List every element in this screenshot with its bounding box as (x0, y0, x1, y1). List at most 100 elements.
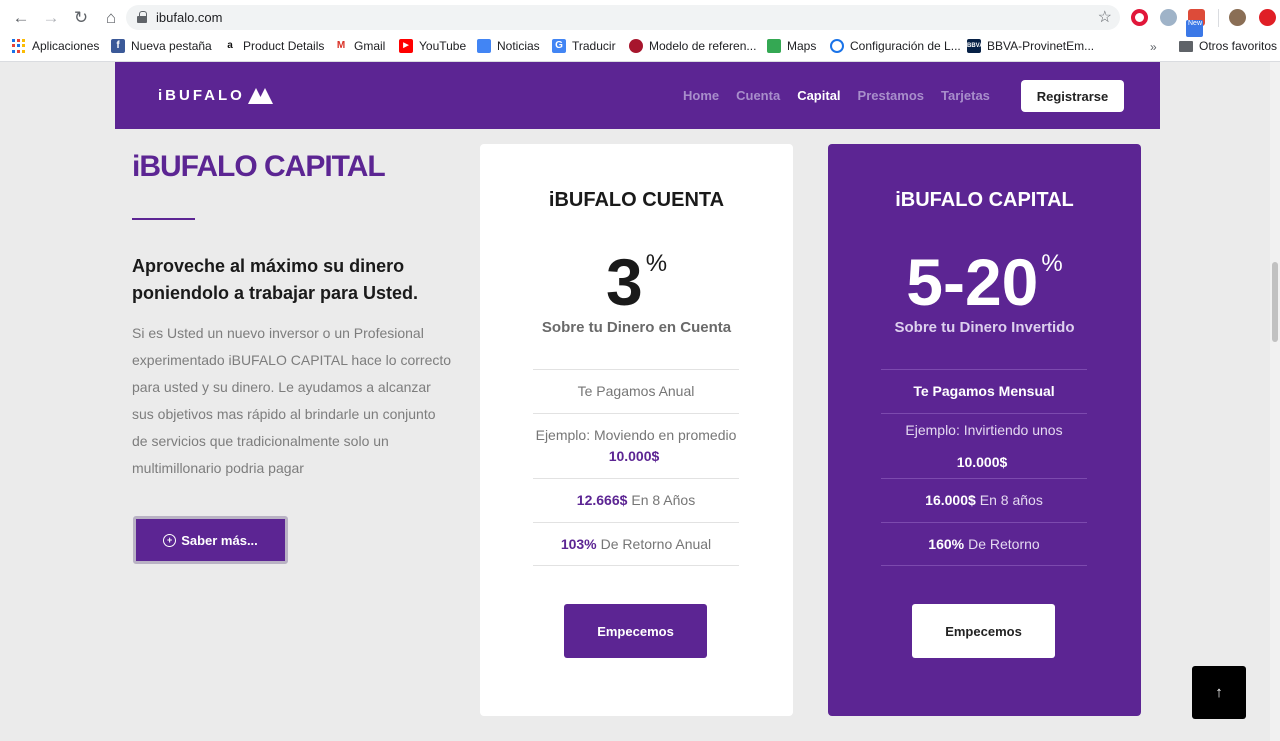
logo-text: iBUFALO (158, 87, 245, 104)
address-bar[interactable]: ibufalo.com ☆ (126, 5, 1120, 30)
bookmark-label: YouTube (419, 39, 467, 53)
bookmark-icon (629, 39, 643, 53)
amazon-icon: a (223, 39, 237, 53)
home-icon[interactable]: ⌂ (98, 6, 124, 30)
nav-home[interactable]: Home (683, 88, 719, 103)
bookmark-gmail[interactable]: M Gmail (334, 39, 385, 53)
opera-extension-icon[interactable] (1131, 9, 1148, 26)
youtube-icon: ▶ (399, 39, 413, 53)
feature-row-total: 16.000$ En 8 años (881, 478, 1087, 522)
bookmark-label: Modelo de referen... (649, 39, 757, 53)
card-subtitle: Sobre tu Dinero Invertido (894, 319, 1075, 336)
card-subtitle: Sobre tu Dinero en Cuenta (541, 319, 732, 336)
apps-icon (12, 39, 26, 53)
start-button-cuenta[interactable]: Empecemos (564, 604, 707, 658)
main-nav: Home Cuenta Capital Prestamos Tarjetas (683, 88, 990, 103)
nav-cuenta[interactable]: Cuenta (736, 88, 780, 103)
new-badge: New (1186, 20, 1203, 37)
settings-icon (830, 39, 844, 53)
bookmark-star-icon[interactable]: ☆ (1098, 7, 1112, 27)
gmail-icon: M (334, 39, 348, 53)
bookmark-traducir[interactable]: G Traducir (552, 39, 616, 53)
example-amount: 10.000$ (608, 448, 660, 464)
bookmark-nueva-pestana[interactable]: f Nueva pestaña (111, 39, 212, 53)
feature-row-example: Ejemplo: Invirtiendo unos 10.000$ (881, 413, 1087, 478)
bookmark-label: BBVA-ProvinetEm... (987, 39, 1095, 53)
page-title: iBUFALO CAPITAL (132, 150, 386, 183)
feature-row-return: 103% De Retorno Anual (533, 522, 739, 566)
register-button[interactable]: Registrarse (1021, 80, 1124, 112)
intro-subtitle: Aproveche al máximo su dinero poniendolo… (132, 256, 419, 303)
bookmark-youtube[interactable]: ▶ YouTube (399, 39, 466, 53)
bookmark-product-details[interactable]: a Product Details (223, 39, 324, 53)
bookmark-noticias[interactable]: Noticias (477, 39, 540, 53)
bookmark-label: Gmail (354, 39, 386, 53)
translate-icon: G (552, 39, 566, 53)
total-period: En 8 años (979, 492, 1043, 508)
rate-percent: % (645, 250, 668, 277)
rate-percent: % (1041, 250, 1063, 277)
return-percent: 160% (928, 535, 965, 552)
intro-body: Si es Usted un nuevo inversor o un Profe… (132, 325, 452, 476)
bookmark-label: Otros favoritos (1199, 39, 1278, 53)
rate-value: 5-20 (906, 245, 1039, 319)
news-icon (477, 39, 491, 53)
rate-value: 3 (605, 245, 643, 319)
nav-tarjetas[interactable]: Tarjetas (941, 88, 990, 103)
maps-icon (767, 39, 781, 53)
bookmark-label: Noticias (497, 39, 540, 53)
bookmark-label: Product Details (243, 39, 325, 53)
feature-row-payment: Te Pagamos Mensual (881, 369, 1087, 413)
profile-avatar[interactable] (1229, 9, 1246, 26)
bookmark-modelo[interactable]: Modelo de referen... (629, 39, 756, 53)
adblock-extension-icon[interactable] (1259, 9, 1276, 26)
mountain-logo-icon (247, 87, 274, 104)
feature-row-return: 160% De Retorno (881, 522, 1087, 566)
reload-icon[interactable]: ↻ (68, 6, 94, 30)
card-title: iBUFALO CAPITAL (895, 189, 1074, 211)
forward-icon[interactable]: → (38, 6, 64, 30)
return-text: De Retorno (968, 535, 1040, 552)
return-text: De Retorno Anual (600, 535, 712, 552)
url-text[interactable]: ibufalo.com (156, 10, 222, 25)
browser-nav: ← → ↻ ⌂ (8, 6, 124, 30)
nav-prestamos[interactable]: Prestamos (858, 88, 924, 103)
page-scrollbar[interactable] (1270, 62, 1280, 741)
card-title: iBUFALO CUENTA (548, 189, 725, 211)
arrow-up-icon: ↑ (1215, 684, 1223, 701)
bookmark-configuracion[interactable]: Configuración de L... (830, 39, 961, 53)
example-amount: 10.000$ (956, 453, 1008, 470)
card-rate: 3 % (480, 242, 793, 322)
feature-row-payment: Te Pagamos Anual (533, 369, 739, 413)
feature-row-example: Ejemplo: Moviendo en promedio 10.000$ (533, 413, 739, 478)
feather-extension-icon[interactable] (1160, 9, 1177, 26)
scrollbar-thumb[interactable] (1272, 262, 1278, 342)
plus-circle-icon: + (163, 533, 177, 547)
facebook-icon: f (111, 39, 125, 53)
title-divider (132, 218, 195, 220)
total-amount: 16.000$ (925, 492, 976, 508)
browser-chrome: ← → ↻ ⌂ ibufalo.com ☆ New Aplicaciones f… (0, 0, 1280, 62)
bbva-icon: BBVA (967, 39, 984, 53)
back-to-top-button[interactable]: ↑ (1192, 666, 1246, 719)
card-features: Te Pagamos Mensual Ejemplo: Invirtiendo … (881, 369, 1087, 566)
example-text: Ejemplo: Invirtiendo unos (905, 421, 1063, 438)
start-button-capital[interactable]: Empecemos (912, 604, 1055, 658)
example-text: Ejemplo: Moviendo en promedio (535, 427, 737, 443)
feature-text: Ejemplo: Moviendo en promedio 10.000$ (533, 425, 739, 467)
bookmark-apps[interactable]: Aplicaciones (12, 39, 99, 53)
learn-more-button[interactable]: + Saber más... (133, 516, 288, 564)
bookmark-maps[interactable]: Maps (767, 39, 816, 53)
bookmark-label: Maps (787, 39, 817, 53)
bookmark-bbva[interactable]: BBVA BBVA-ProvinetEm... (967, 39, 1094, 53)
toolbar-divider (1218, 9, 1219, 27)
nav-capital[interactable]: Capital (797, 88, 840, 103)
feature-row-total: 12.666$ En 8 Años (533, 478, 739, 522)
more-bookmarks-icon[interactable]: » (1150, 40, 1157, 54)
bookmark-otros-favoritos[interactable]: Otros favoritos (1179, 39, 1277, 53)
bookmark-label: Nueva pestaña (131, 39, 212, 53)
feature-text: Te Pagamos Anual (577, 383, 695, 399)
total-amount: 12.666$ (576, 492, 628, 508)
back-icon[interactable]: ← (8, 6, 34, 30)
site-logo[interactable]: iBUFALO (158, 87, 274, 104)
